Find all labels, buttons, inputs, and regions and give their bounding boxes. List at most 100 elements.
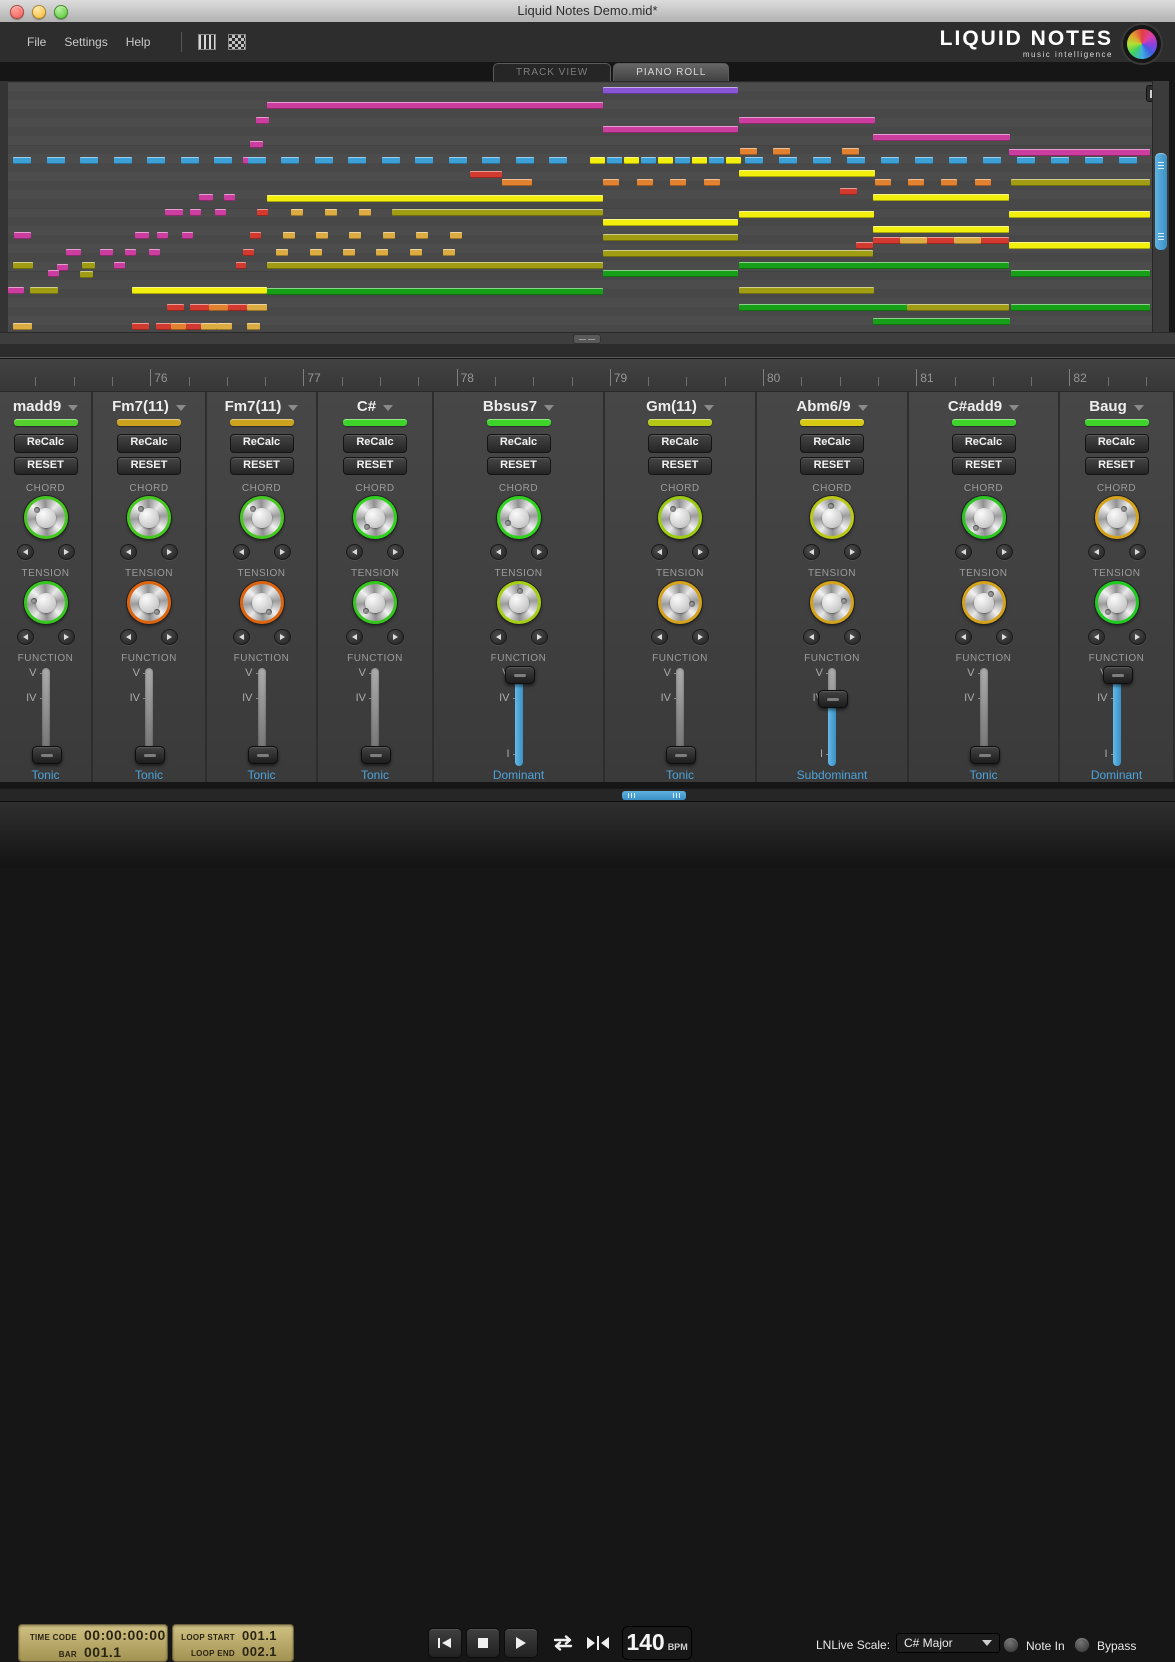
midi-note[interactable] — [181, 157, 199, 164]
chord-dropdown-icon[interactable] — [544, 405, 554, 411]
slider-thumb[interactable] — [248, 746, 278, 764]
midi-note[interactable] — [343, 249, 355, 256]
recalc-button[interactable]: ReCalc — [343, 434, 407, 453]
midi-note[interactable] — [949, 157, 967, 164]
step-left-button[interactable] — [233, 629, 250, 645]
tension-knob[interactable] — [962, 581, 1006, 624]
midi-note[interactable] — [641, 157, 656, 164]
recalc-button[interactable]: ReCalc — [952, 434, 1016, 453]
step-left-button[interactable] — [490, 629, 507, 645]
midi-note[interactable] — [739, 211, 874, 218]
midi-note[interactable] — [624, 157, 639, 164]
midi-note[interactable] — [267, 288, 603, 295]
midi-note[interactable] — [310, 249, 322, 256]
menu-file[interactable]: File — [18, 31, 55, 53]
slider-thumb[interactable] — [32, 746, 62, 764]
reset-button[interactable]: RESET — [343, 457, 407, 476]
midi-note[interactable] — [1119, 157, 1137, 164]
midi-note[interactable] — [1017, 157, 1035, 164]
pattern-grid-icon[interactable] — [228, 34, 246, 50]
midi-note[interactable] — [779, 157, 797, 164]
stop-button[interactable] — [466, 1628, 500, 1658]
midi-note[interactable] — [739, 287, 874, 294]
midi-note[interactable] — [100, 249, 113, 256]
function-slider[interactable]: VIVI — [11, 666, 81, 765]
chord-name-row[interactable]: Fm7(11) — [112, 398, 186, 415]
function-slider[interactable]: VIVI — [227, 666, 297, 765]
midi-note[interactable] — [201, 323, 217, 330]
reset-button[interactable]: RESET — [1085, 457, 1149, 476]
midi-note[interactable] — [247, 323, 260, 330]
midi-note[interactable] — [709, 157, 724, 164]
midi-note[interactable] — [248, 157, 266, 164]
step-left-button[interactable] — [1088, 629, 1105, 645]
midi-note[interactable] — [603, 126, 738, 133]
midi-note[interactable] — [1011, 179, 1150, 186]
midi-note[interactable] — [1009, 149, 1150, 156]
midi-note[interactable] — [147, 157, 165, 164]
chord-knob[interactable] — [1095, 496, 1139, 539]
tension-knob[interactable] — [24, 581, 68, 624]
step-right-button[interactable] — [996, 544, 1013, 560]
midi-note[interactable] — [443, 249, 455, 256]
midi-note[interactable] — [165, 209, 183, 216]
slider-thumb[interactable] — [818, 690, 848, 708]
slider-thumb[interactable] — [666, 746, 696, 764]
midi-note[interactable] — [449, 157, 467, 164]
midi-note[interactable] — [881, 157, 899, 164]
step-left-button[interactable] — [803, 544, 820, 560]
midi-note[interactable] — [348, 157, 366, 164]
minimize-window-button[interactable] — [32, 5, 46, 19]
step-right-button[interactable] — [531, 544, 548, 560]
midi-note[interactable] — [908, 179, 924, 186]
reset-button[interactable]: RESET — [14, 457, 78, 476]
step-left-button[interactable] — [955, 544, 972, 560]
midi-note[interactable] — [392, 209, 603, 216]
chord-knob[interactable] — [353, 496, 397, 539]
chord-knob[interactable] — [497, 496, 541, 539]
midi-note[interactable] — [182, 232, 193, 239]
midi-note[interactable] — [114, 262, 125, 269]
midi-note[interactable] — [603, 250, 873, 257]
step-right-button[interactable] — [996, 629, 1013, 645]
midi-note[interactable] — [82, 262, 95, 269]
midi-note[interactable] — [941, 179, 957, 186]
reset-button[interactable]: RESET — [648, 457, 712, 476]
chord-dropdown-icon[interactable] — [1134, 405, 1144, 411]
midi-note[interactable] — [975, 179, 991, 186]
tension-knob[interactable] — [497, 581, 541, 624]
midi-note[interactable] — [48, 270, 59, 277]
midi-note[interactable] — [349, 232, 361, 239]
midi-note[interactable] — [482, 157, 500, 164]
midi-note[interactable] — [410, 249, 422, 256]
slider-thumb[interactable] — [970, 746, 1000, 764]
step-left-button[interactable] — [803, 629, 820, 645]
function-slider[interactable]: VIVI — [484, 666, 554, 765]
midi-note[interactable] — [873, 226, 1009, 233]
midi-note[interactable] — [236, 262, 246, 269]
midi-note[interactable] — [283, 232, 295, 239]
midi-note[interactable] — [1011, 304, 1150, 311]
midi-note[interactable] — [745, 157, 763, 164]
midi-note[interactable] — [256, 117, 269, 124]
step-right-button[interactable] — [58, 629, 75, 645]
midi-note[interactable] — [316, 232, 328, 239]
reset-button[interactable]: RESET — [117, 457, 181, 476]
midi-note[interactable] — [13, 157, 31, 164]
step-right-button[interactable] — [844, 629, 861, 645]
recalc-button[interactable]: ReCalc — [230, 434, 294, 453]
midi-note[interactable] — [315, 157, 333, 164]
function-slider[interactable]: VIVI — [797, 666, 867, 765]
midi-note[interactable] — [382, 157, 400, 164]
tension-knob[interactable] — [127, 581, 171, 624]
midi-note[interactable] — [773, 148, 790, 155]
midi-note[interactable] — [376, 249, 388, 256]
step-right-button[interactable] — [1129, 629, 1146, 645]
midi-note[interactable] — [267, 262, 603, 269]
chord-name-row[interactable]: Baug — [1089, 398, 1144, 415]
midi-note[interactable] — [13, 262, 33, 269]
chord-dropdown-icon[interactable] — [176, 405, 186, 411]
midi-note[interactable] — [250, 232, 261, 239]
function-slider[interactable]: VIVI — [340, 666, 410, 765]
midi-note[interactable] — [549, 157, 567, 164]
